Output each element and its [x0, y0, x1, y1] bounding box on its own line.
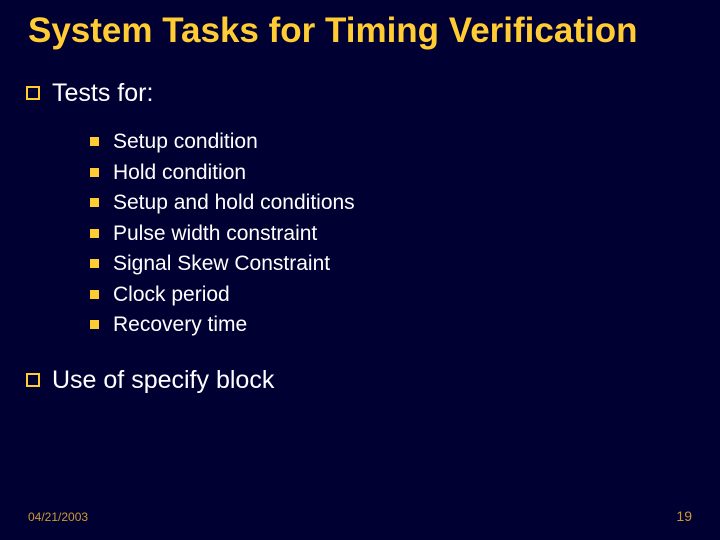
- square-bullet-icon: [90, 198, 99, 207]
- list-item-label: Pulse width constraint: [113, 222, 317, 245]
- list-item-label: Recovery time: [113, 313, 247, 336]
- bullet-tests-for: Tests for:: [26, 79, 720, 108]
- list-item: Clock period: [90, 283, 720, 307]
- square-bullet-icon: [90, 137, 99, 146]
- sub-bullet-list: Setup condition Hold condition Setup and…: [26, 114, 720, 366]
- list-item: Recovery time: [90, 313, 720, 337]
- square-outline-bullet-icon: [26, 373, 40, 387]
- square-bullet-icon: [90, 168, 99, 177]
- slide-title: System Tasks for Timing Verification: [0, 0, 720, 51]
- square-bullet-icon: [90, 229, 99, 238]
- list-item: Hold condition: [90, 161, 720, 185]
- list-item: Setup and hold conditions: [90, 191, 720, 215]
- list-item-label: Setup and hold conditions: [113, 191, 355, 214]
- list-item-label: Setup condition: [113, 130, 258, 153]
- square-bullet-icon: [90, 320, 99, 329]
- square-outline-bullet-icon: [26, 86, 40, 100]
- slide-footer: 04/21/2003 19: [28, 508, 692, 526]
- list-item: Signal Skew Constraint: [90, 252, 720, 276]
- list-item: Setup condition: [90, 130, 720, 154]
- list-item: Pulse width constraint: [90, 222, 720, 246]
- list-item-label: Signal Skew Constraint: [113, 252, 330, 275]
- bullet-label: Use of specify block: [52, 366, 274, 394]
- list-item-label: Clock period: [113, 283, 230, 306]
- list-item-label: Hold condition: [113, 161, 246, 184]
- slide-content: Tests for: Setup condition Hold conditio…: [0, 51, 720, 395]
- square-bullet-icon: [90, 290, 99, 299]
- square-bullet-icon: [90, 259, 99, 268]
- bullet-label: Tests for:: [52, 79, 153, 107]
- footer-date: 04/21/2003: [28, 510, 88, 524]
- bullet-specify-block: Use of specify block: [26, 366, 720, 395]
- footer-page-number: 19: [676, 508, 692, 524]
